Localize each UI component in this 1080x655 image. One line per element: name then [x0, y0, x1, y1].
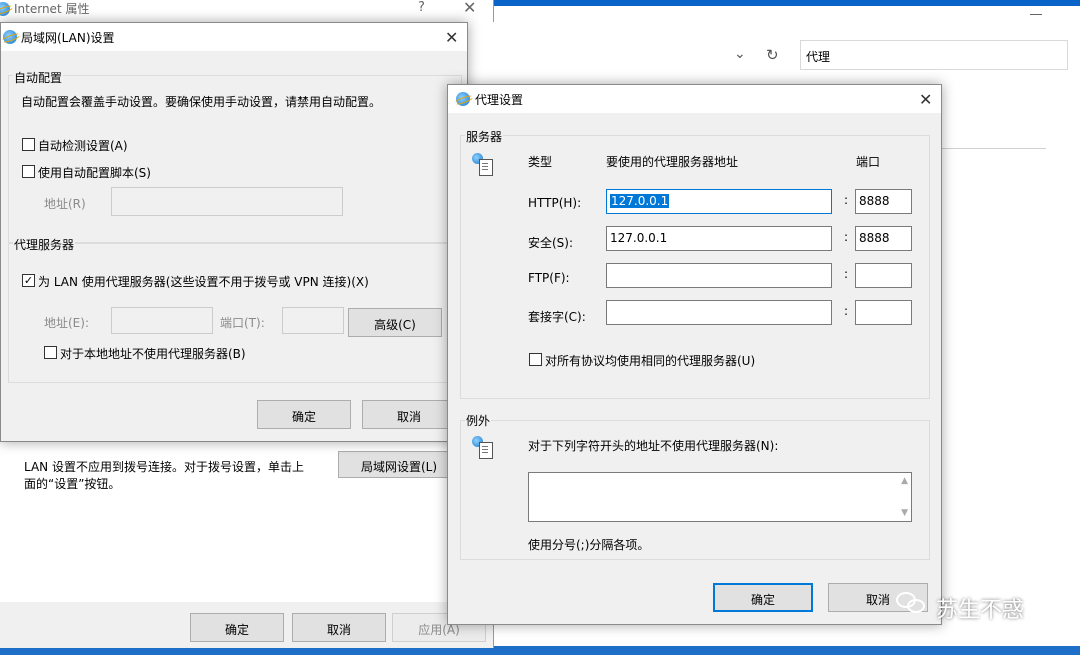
proxy-dialog-title: 代理设置 [475, 93, 524, 107]
proxy-settings-dialog: 代理设置 ✕ 服务器 类型 要使用的代理服务器地址 端口 HTTP(H): 12… [447, 84, 942, 625]
socks-label: 套接字(C): [528, 310, 586, 324]
cancel-button[interactable]: 取消 [292, 613, 386, 642]
proxy-port-field[interactable] [282, 307, 344, 334]
ftp-address-field[interactable] [606, 263, 832, 288]
same-proxy-checkbox[interactable] [529, 353, 542, 366]
ftp-colon: : [844, 267, 849, 281]
lan-cancel-button[interactable]: 取消 [362, 400, 456, 429]
scroll-up-icon[interactable]: ▲ [901, 476, 908, 486]
internet-properties-title: Internet 属性 [14, 2, 90, 16]
ftp-label: FTP(F): [528, 271, 570, 285]
lan-ok-button[interactable]: 确定 [257, 400, 351, 429]
ie-icon [456, 92, 470, 106]
lan-settings-label: 局域网设置(L) [360, 460, 438, 474]
help-icon[interactable]: ? [418, 0, 425, 15]
use-script-label: 使用自动配置脚本(S) [38, 166, 151, 180]
cancel-label: 取消 [326, 623, 351, 637]
use-proxy-label: 为 LAN 使用代理服务器(这些设置不用于拨号或 VPN 连接)(X) [38, 275, 369, 289]
scroll-down-icon[interactable]: ▼ [901, 508, 908, 518]
divider [940, 148, 1046, 149]
socks-address-field[interactable] [606, 300, 832, 325]
exceptions-textarea[interactable]: ▲ ▼ [528, 472, 912, 522]
exceptions-icon [472, 436, 493, 459]
wechat-logo-icon [896, 592, 926, 616]
proxy-ok-button[interactable]: 确定 [713, 583, 813, 612]
wechat-watermark: 苏生不惑 [896, 586, 1056, 626]
bypass-local-label: 对于本地地址不使用代理服务器(B) [60, 347, 246, 361]
use-proxy-checkbox[interactable]: ✓ [22, 274, 35, 287]
ftp-port-field[interactable] [855, 263, 912, 288]
address-bar[interactable]: 代理 [800, 40, 1068, 70]
socks-port-field[interactable] [855, 300, 912, 325]
address-text: 代理 [806, 50, 831, 64]
socks-colon: : [844, 304, 849, 318]
proxy-ok-label: 确定 [750, 593, 775, 607]
auto-detect-checkbox[interactable] [22, 138, 35, 151]
secure-label: 安全(S): [528, 236, 574, 250]
col-port: 端口 [856, 155, 881, 169]
servers-heading: 服务器 [465, 128, 504, 145]
script-address-field[interactable] [111, 187, 343, 216]
http-port-field[interactable]: 8888 [855, 189, 912, 214]
ok-label: 确定 [224, 623, 249, 637]
close-icon[interactable]: ✕ [463, 0, 476, 16]
auto-config-desc: 自动配置会覆盖手动设置。要确保使用手动设置，请禁用自动配置。 [21, 95, 382, 109]
close-icon[interactable]: ✕ [919, 92, 932, 108]
script-address-label: 地址(R) [44, 197, 86, 211]
http-colon: : [844, 193, 849, 207]
use-script-checkbox[interactable] [22, 165, 35, 178]
ie-icon [3, 30, 17, 44]
exceptions-heading: 例外 [465, 412, 492, 429]
minimize-icon[interactable] [1030, 14, 1042, 15]
ie-icon [0, 2, 10, 16]
secure-port-field[interactable]: 8888 [855, 226, 912, 251]
auto-config-heading: 自动配置 [13, 69, 64, 86]
lan-settings-button[interactable]: 局域网设置(L) [338, 451, 460, 478]
same-proxy-label: 对所有协议均使用相同的代理服务器(U) [545, 354, 756, 368]
col-address: 要使用的代理服务器地址 [606, 155, 739, 169]
lan-ok-label: 确定 [291, 410, 316, 424]
http-address-value: 127.0.0.1 [610, 194, 670, 208]
lan-settings-dialog: 局域网(LAN)设置 ✕ 自动配置 自动配置会覆盖手动设置。要确保使用手动设置，… [0, 22, 468, 442]
lan-cancel-label: 取消 [396, 410, 421, 424]
proxy-dialog-titlebar: 代理设置 ✕ [448, 85, 941, 113]
secure-colon: : [844, 230, 849, 244]
secure-address-field[interactable]: 127.0.0.1 [606, 226, 832, 251]
http-port-value: 8888 [859, 194, 890, 208]
servers-icon [472, 153, 493, 176]
internet-properties-titlebar: Internet 属性 ? ✕ [0, 0, 493, 22]
apply-label: 应用(A) [418, 623, 460, 637]
advanced-label: 高级(C) [374, 318, 416, 332]
secure-address-value: 127.0.0.1 [610, 231, 668, 245]
exceptions-label: 对于下列字符开头的地址不使用代理服务器(N): [528, 439, 779, 453]
lan-dialog-title: 局域网(LAN)设置 [21, 31, 115, 45]
proxy-address-field[interactable] [111, 307, 213, 334]
auto-detect-label: 自动检测设置(A) [38, 139, 128, 153]
http-address-field[interactable]: 127.0.0.1 [606, 189, 832, 214]
col-type: 类型 [528, 155, 553, 169]
proxy-port-label: 端口(T): [220, 316, 265, 330]
ok-button[interactable]: 确定 [190, 613, 284, 642]
exceptions-hint: 使用分号(;)分隔各项。 [528, 538, 650, 552]
secure-port-value: 8888 [859, 231, 890, 245]
refresh-icon[interactable]: ↻ [766, 46, 779, 64]
bypass-local-checkbox[interactable] [44, 346, 57, 359]
lan-desc-line2: 面的“设置”按钮。 [24, 477, 121, 491]
http-label: HTTP(H): [528, 196, 582, 210]
close-icon[interactable]: ✕ [445, 30, 458, 46]
lan-dialog-titlebar: 局域网(LAN)设置 ✕ [1, 23, 467, 51]
proxy-cancel-label: 取消 [865, 593, 890, 607]
proxy-address-label: 地址(E): [44, 316, 89, 330]
lan-desc-line1: LAN 设置不应用到拨号连接。对于拨号设置，单击上 [24, 460, 304, 474]
chevron-down-icon[interactable]: ⌄ [734, 46, 746, 62]
proxy-server-heading: 代理服务器 [13, 236, 76, 253]
advanced-button[interactable]: 高级(C) [348, 308, 442, 337]
watermark-text: 苏生不惑 [936, 598, 1025, 623]
